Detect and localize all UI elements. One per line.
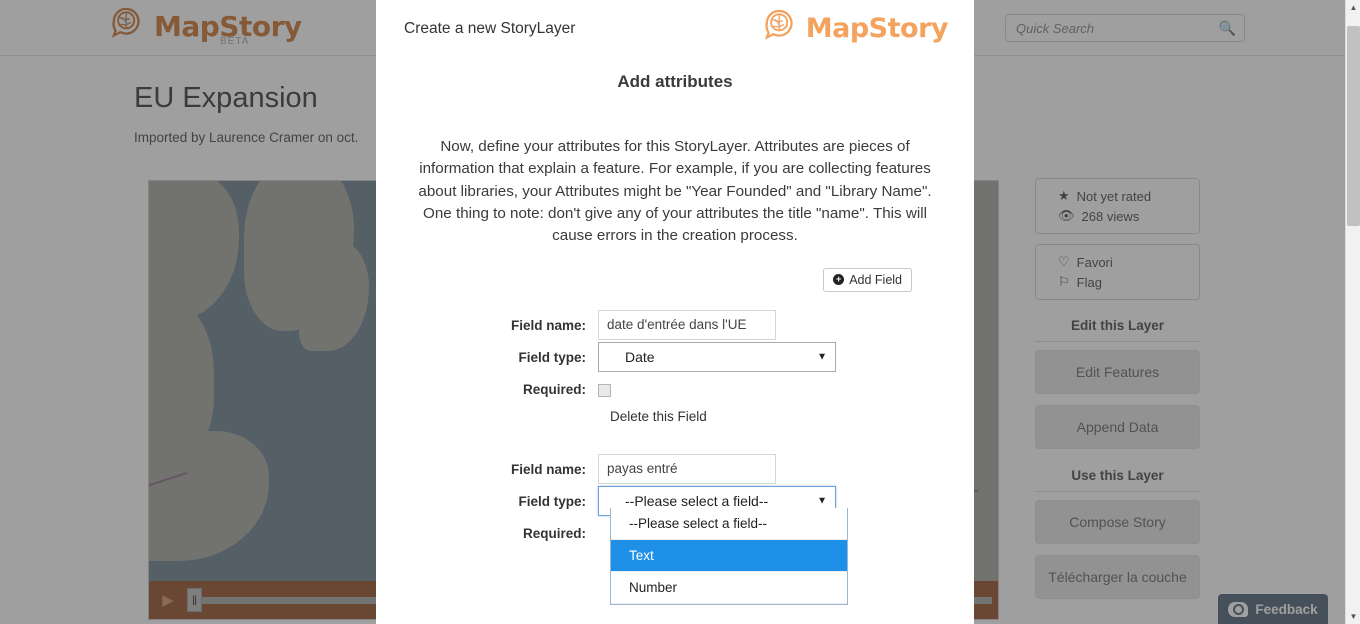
field-type-value-2: --Please select a field-- (625, 492, 769, 509)
field-name-row: Field name: (376, 453, 974, 484)
modal-brand-logo: MapStory (763, 10, 949, 46)
app-root: MapStory BETA 🔍 EU Expansion Imported by… (0, 0, 1360, 624)
field-group-1: Field name: Field type: Date ▼ Required:… (376, 309, 974, 424)
create-storylayer-modal: Create a new StoryLayer MapStory Add att… (376, 0, 974, 624)
chevron-down-icon: ▼ (817, 351, 827, 363)
globe-speech-bubble-icon (764, 10, 793, 40)
scrollbar-thumb[interactable] (1347, 26, 1360, 226)
modal-title: Create a new StoryLayer (404, 20, 576, 37)
add-field-label: Add Field (849, 272, 902, 287)
field-name-label: Field name: (510, 317, 586, 333)
modal-header: Create a new StoryLayer MapStory (376, 0, 974, 56)
chevron-down-icon: ▼ (817, 495, 827, 507)
scroll-up-arrow[interactable]: ▲ (1346, 0, 1360, 15)
delete-field-link-1[interactable]: Delete this Field (598, 399, 974, 424)
field-required-row: Required: (376, 374, 974, 397)
field-name-label: Field name: (510, 461, 586, 477)
field-type-dropdown-options[interactable]: --Please select a field-- Text Number (610, 507, 848, 605)
modal-heading: Add attributes (617, 72, 733, 91)
required-checkbox-1[interactable] (598, 383, 611, 397)
page-scrollbar[interactable]: ▲ ▼ (1345, 0, 1360, 624)
field-required-label: Required: (522, 525, 586, 541)
modal-brand-wordmark: MapStory (805, 12, 949, 44)
field-name-input-1[interactable] (598, 309, 776, 340)
field-required-label: Required: (522, 381, 586, 397)
add-field-row: + Add Field (376, 267, 912, 292)
modal-body-text: Now, define your attributes for this Sto… (418, 138, 932, 245)
field-group-2: Field name: Field type: --Please select … (376, 453, 974, 605)
dropdown-option-text[interactable]: Text (611, 539, 847, 572)
add-field-button[interactable]: + Add Field (823, 267, 912, 292)
field-type-label: Field type: (518, 349, 586, 365)
field-type-label: Field type: (518, 493, 586, 509)
field-type-value-1: Date (625, 348, 655, 365)
field-type-select-1[interactable]: Date ▼ (598, 341, 836, 372)
field-name-row: Field name: (376, 309, 974, 340)
field-name-input-2[interactable] (598, 453, 776, 484)
plus-circle-icon: + (833, 274, 845, 286)
field-type-row: Field type: Date ▼ (376, 341, 974, 372)
dropdown-option-number[interactable]: Number (611, 572, 847, 604)
dropdown-option-placeholder[interactable]: --Please select a field-- (611, 508, 847, 540)
scroll-down-arrow[interactable]: ▼ (1346, 609, 1360, 624)
